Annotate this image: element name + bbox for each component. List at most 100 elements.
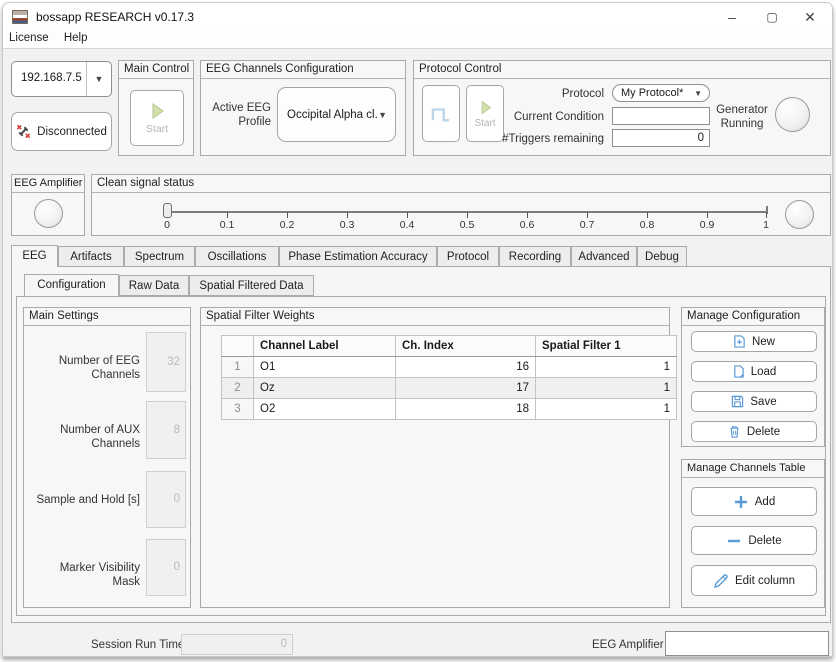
play-icon	[147, 101, 167, 121]
close-button[interactable]: ✕	[790, 3, 830, 31]
eeg-amplifier-status-label: EEG Amplifier	[592, 639, 664, 651]
num-eeg-channels-field: 32	[146, 332, 186, 392]
protocol-value: My Protocol*	[621, 87, 683, 99]
connect-button[interactable]: Disconnected	[11, 112, 112, 151]
table-row[interactable]: 3 O2 18 1	[222, 399, 677, 420]
pencil-icon	[713, 573, 729, 589]
slider-thumb[interactable]	[163, 203, 172, 218]
clean-signal-lamp	[785, 200, 814, 229]
load-document-icon	[732, 365, 745, 378]
marker-visibility-label: Marker Visibility Mask	[32, 561, 140, 589]
triggers-remaining-field[interactable]: 0	[612, 129, 710, 147]
add-channel-button[interactable]: Add	[691, 487, 817, 516]
new-document-icon	[733, 335, 746, 348]
session-run-time-field: 0	[181, 634, 293, 655]
clean-signal-slider[interactable]: 0 0.1 0.2 0.3 0.4 0.5 0.6 0.7 0.8 0.9 1	[92, 175, 830, 235]
cell-spatial-filter[interactable]: 1	[536, 399, 677, 420]
cell-channel-label[interactable]: O2	[254, 399, 396, 420]
maximize-button[interactable]: ▢	[752, 3, 792, 31]
eeg-amplifier-title: EEG Amplifier	[12, 175, 84, 193]
triggers-remaining-label: #Triggers remaining	[474, 133, 604, 145]
save-configuration-button[interactable]: Save	[691, 391, 817, 412]
tab-artifacts[interactable]: Artifacts	[58, 246, 124, 267]
eeg-amplifier-status-field[interactable]	[665, 631, 829, 656]
cell-ch-index[interactable]: 16	[396, 357, 536, 378]
load-configuration-button[interactable]: Load	[691, 361, 817, 382]
col-channel-label[interactable]: Channel Label	[254, 336, 396, 357]
pulse-icon	[430, 105, 452, 123]
cell-spatial-filter[interactable]: 1	[536, 357, 677, 378]
tab-protocol[interactable]: Protocol	[437, 246, 499, 267]
app-window: bossapp RESEARCH v0.17.3 – ▢ ✕ License H…	[2, 2, 833, 657]
save-configuration-label: Save	[750, 396, 776, 408]
active-eeg-profile-value: Occipital Alpha cl...	[287, 109, 377, 121]
edit-column-button[interactable]: Edit column	[691, 565, 817, 596]
spatial-filter-weights-title: Spatial Filter Weights	[201, 308, 669, 326]
add-channel-label: Add	[755, 496, 775, 508]
eeg-amplifier-lamp	[34, 199, 63, 228]
trigger-pulse-button[interactable]	[422, 85, 460, 142]
window-title: bossapp RESEARCH v0.17.3	[36, 10, 194, 24]
app-icon	[12, 10, 28, 24]
menu-bar: License Help	[3, 31, 832, 49]
table-row[interactable]: 2 Oz 17 1	[222, 378, 677, 399]
tab-phase-estimation-accuracy[interactable]: Phase Estimation Accuracy	[279, 246, 437, 267]
chevron-down-icon[interactable]: ▼	[86, 62, 111, 96]
current-condition-field[interactable]	[612, 107, 710, 125]
col-spatial-filter-1[interactable]: Spatial Filter 1	[536, 336, 677, 357]
new-configuration-button[interactable]: New	[691, 331, 817, 352]
manage-configuration-panel: Manage Configuration New Load	[681, 307, 825, 447]
ip-address-value: 192.168.7.5	[21, 72, 82, 84]
delete-channel-button[interactable]: Delete	[691, 526, 817, 555]
manage-channels-table-panel: Manage Channels Table Add Delete	[681, 459, 825, 608]
ip-address-combobox[interactable]: 192.168.7.5 ▼	[11, 61, 112, 97]
table-row[interactable]: 1 O1 16 1	[222, 357, 677, 378]
edit-column-label: Edit column	[735, 575, 795, 587]
connection-status-label: Disconnected	[37, 126, 107, 138]
clean-signal-panel: Clean signal status 0 0.1 0.2 0.3 0.4 0.…	[91, 174, 831, 236]
col-ch-index[interactable]: Ch. Index	[396, 336, 536, 357]
menu-help[interactable]: Help	[58, 31, 94, 44]
active-eeg-profile-dropdown[interactable]: Occipital Alpha cl... ▼	[277, 87, 396, 142]
subtab-configuration[interactable]: Configuration	[24, 274, 119, 296]
delete-configuration-button[interactable]: Delete	[691, 421, 817, 442]
generator-running-label: Generator Running	[714, 103, 770, 131]
cell-channel-label[interactable]: O1	[254, 357, 396, 378]
cell-channel-label[interactable]: Oz	[254, 378, 396, 399]
main-start-button[interactable]: Start	[130, 90, 184, 146]
title-bar: bossapp RESEARCH v0.17.3 – ▢ ✕	[3, 3, 832, 31]
spatial-filter-weights-panel: Spatial Filter Weights Channel Label Ch.…	[200, 307, 670, 608]
sample-hold-field: 0	[146, 471, 186, 528]
tab-spectrum[interactable]: Spectrum	[124, 246, 195, 267]
new-configuration-label: New	[752, 336, 775, 348]
subtab-spatial-filtered-data[interactable]: Spatial Filtered Data	[189, 275, 314, 296]
generator-running-lamp	[775, 97, 810, 132]
trash-icon	[728, 425, 741, 438]
delete-configuration-label: Delete	[747, 426, 780, 438]
delete-channel-label: Delete	[748, 535, 781, 547]
protocol-dropdown[interactable]: My Protocol* ▼	[612, 84, 710, 102]
cell-spatial-filter[interactable]: 1	[536, 378, 677, 399]
cell-ch-index[interactable]: 18	[396, 399, 536, 420]
eeg-channels-config-panel: EEG Channels Configuration Active EEG Pr…	[200, 60, 406, 156]
manage-channels-table-title: Manage Channels Table	[682, 460, 824, 478]
main-settings-panel: Main Settings Number of EEG Channels 32 …	[23, 307, 191, 608]
corner-header	[222, 336, 254, 357]
tab-advanced[interactable]: Advanced	[571, 246, 637, 267]
tab-oscillations[interactable]: Oscillations	[195, 246, 279, 267]
subtab-raw-data[interactable]: Raw Data	[119, 275, 189, 296]
protocol-label: Protocol	[474, 88, 604, 100]
tab-eeg[interactable]: EEG	[11, 245, 58, 267]
cell-ch-index[interactable]: 17	[396, 378, 536, 399]
menu-license[interactable]: License	[3, 31, 55, 44]
active-eeg-profile-label: Active EEG Profile	[209, 101, 271, 129]
spatial-filter-table[interactable]: Channel Label Ch. Index Spatial Filter 1…	[221, 335, 677, 420]
main-start-label: Start	[146, 123, 168, 135]
plus-icon	[733, 494, 749, 510]
tab-debug[interactable]: Debug	[637, 246, 687, 267]
tab-recording[interactable]: Recording	[499, 246, 571, 267]
save-floppy-icon	[731, 395, 744, 408]
minimize-button[interactable]: –	[712, 3, 752, 31]
minus-icon	[726, 533, 742, 549]
chevron-down-icon: ▼	[694, 89, 702, 98]
